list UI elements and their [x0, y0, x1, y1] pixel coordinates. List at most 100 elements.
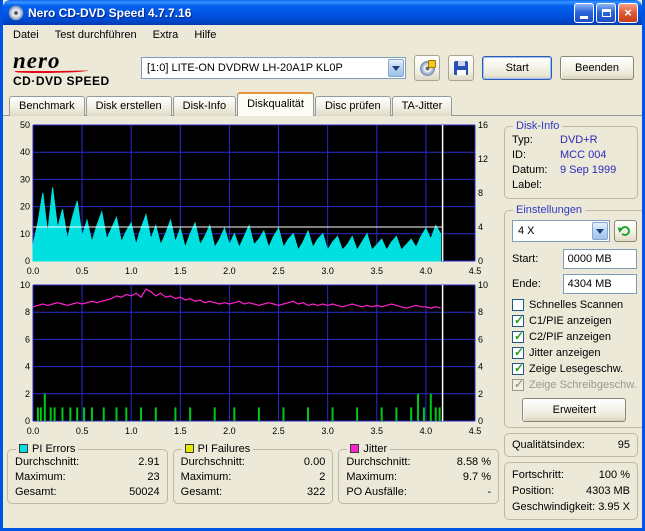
- charts-column: 0.0 0.5 1.0 1.5 2.0 2.5 3.0 3.5 4.0 4.5 0 10 20 30 40 5…: [7, 120, 500, 524]
- quality-index-box: Qualitätsindex: 95: [504, 433, 638, 457]
- svg-text:3.0: 3.0: [321, 426, 334, 436]
- settings-group: Einstellungen 4 X Start: Ende:: [504, 204, 642, 428]
- settings-title: Einstellungen: [516, 204, 583, 216]
- tab-diskqualitaet[interactable]: Diskqualität: [237, 92, 314, 116]
- svg-text:8: 8: [478, 307, 483, 317]
- tab-benchmark[interactable]: Benchmark: [9, 96, 85, 116]
- speed-select-value: 4 X: [518, 225, 535, 237]
- checkbox-icon: [512, 377, 524, 391]
- checkbox-c1-pie-anzeigen[interactable]: C1/PIE anzeigen: [512, 313, 637, 327]
- checkbox-icon[interactable]: [512, 345, 524, 359]
- progress-box: Fortschritt: 100 % Position: 4303 MB Gesch…: [504, 462, 638, 520]
- menu-test-durchfuehren[interactable]: Test durchführen: [47, 26, 145, 44]
- menu-datei[interactable]: Datei: [5, 26, 47, 44]
- speed-select-dropdown-button[interactable]: [591, 222, 608, 240]
- jitter-stats-box: Jitter Durchschnitt: 8.58 % Maximum: 9.7 %…: [338, 443, 500, 504]
- svg-text:20: 20: [20, 202, 30, 212]
- start-test-button[interactable]: Start: [482, 56, 552, 80]
- disk-info-title: Disk-Info: [516, 120, 560, 132]
- pif-average-value: 0.00: [303, 456, 326, 468]
- chevron-down-icon: [595, 228, 604, 234]
- stats-row: PI Errors Durchschnitt: 2.91 Maximum: 23 G…: [7, 443, 500, 504]
- media-id-value: MCC 004: [560, 149, 607, 161]
- refresh-icon: [620, 226, 631, 236]
- checkbox-icon[interactable]: [512, 329, 524, 343]
- minimize-icon: [580, 15, 588, 19]
- svg-text:4: 4: [25, 362, 30, 372]
- svg-text:2.5: 2.5: [272, 426, 285, 436]
- disk-info-group: Disk-Info Typ: DVD+R ID: MCC 004 Datum: 9 S…: [504, 120, 638, 199]
- floppy-save-icon: [454, 61, 469, 75]
- svg-text:30: 30: [20, 174, 30, 184]
- tab-disc-pruefen[interactable]: Disc prüfen: [314, 96, 391, 116]
- close-button[interactable]: ×: [618, 2, 638, 23]
- svg-text:2.5: 2.5: [272, 266, 285, 276]
- quit-button[interactable]: Beenden: [560, 56, 634, 80]
- pi-errors-legend-swatch: [19, 444, 28, 453]
- po-failures-value: -: [487, 486, 492, 498]
- menu-extra[interactable]: Extra: [145, 26, 187, 44]
- svg-text:2.0: 2.0: [223, 426, 236, 436]
- menu-hilfe[interactable]: Hilfe: [186, 26, 224, 44]
- svg-text:0.0: 0.0: [27, 426, 40, 436]
- drive-select-dropdown-button[interactable]: [388, 59, 405, 77]
- app-window: Nero CD-DVD Speed 4.7.7.16 × Datei Test …: [0, 0, 645, 531]
- pie-maximum-value: 23: [147, 471, 160, 483]
- checkbox-icon[interactable]: [512, 299, 524, 311]
- advanced-button[interactable]: Erweitert: [522, 398, 627, 422]
- tab-ta-jitter[interactable]: TA-Jitter: [391, 96, 453, 116]
- close-icon: ×: [624, 5, 632, 20]
- svg-text:1.5: 1.5: [174, 426, 187, 436]
- svg-text:4.0: 4.0: [420, 426, 433, 436]
- pi-errors-stats-title: PI Errors: [32, 443, 76, 455]
- checkbox-icon[interactable]: [512, 313, 524, 327]
- checkbox-c2-pif-anzeigen[interactable]: C2/PIF anzeigen: [512, 329, 637, 343]
- checkbox-schnelles-scannen[interactable]: Schnelles Scannen: [512, 299, 637, 311]
- svg-text:10: 10: [478, 280, 488, 290]
- pie-total-value: 50024: [129, 486, 160, 498]
- pif-total-value: 322: [306, 486, 326, 498]
- start-position-input[interactable]: [562, 249, 637, 269]
- svg-text:0.0: 0.0: [27, 266, 40, 276]
- disc-options-button[interactable]: [414, 55, 441, 81]
- progress-percent-value: 100 %: [598, 469, 630, 481]
- svg-text:6: 6: [25, 334, 30, 344]
- window-title: Nero CD-DVD Speed 4.7.7.16: [28, 5, 192, 20]
- drive-select-value: [1:0] LITE-ON DVDRW LH-20A1P KL0P: [147, 62, 343, 74]
- pif-jitter-chart: 0.0 0.5 1.0 1.5 2.0 2.5 3.0 3.5 4.0 4.50246810024…: [20, 280, 488, 436]
- toolbar: nero CD·DVD SPEED [1:0] LITE-ON DVDRW LH…: [3, 45, 642, 91]
- disc-icon: [419, 59, 436, 76]
- jitter-average-value: 8.58 %: [456, 456, 492, 468]
- pi-failures-stats-title: PI Failures: [197, 443, 251, 455]
- svg-text:6: 6: [478, 334, 483, 344]
- side-panel: Disk-Info Typ: DVD+R ID: MCC 004 Datum: 9 S…: [504, 120, 642, 524]
- tab-disk-info[interactable]: Disk-Info: [172, 96, 237, 116]
- maximize-button[interactable]: [596, 2, 616, 23]
- main-content: 0.0 0.5 1.0 1.5 2.0 2.5 3.0 3.5 4.0 4.5 0 10 20 30 40 5…: [3, 116, 642, 528]
- save-button[interactable]: [448, 55, 475, 81]
- disc-date-value: 9 Sep 1999: [560, 164, 617, 176]
- svg-text:0: 0: [478, 256, 483, 266]
- svg-text:0.5: 0.5: [76, 266, 89, 276]
- speed-value: 3.95 X: [598, 501, 630, 513]
- speed-select[interactable]: 4 X: [512, 220, 610, 242]
- nero-logo: nero CD·DVD SPEED: [11, 49, 133, 87]
- svg-text:0.5: 0.5: [76, 426, 89, 436]
- checkbox-zeige-schreibgeschw: Zeige Schreibgeschw.: [512, 377, 637, 391]
- checkbox-icon[interactable]: [512, 361, 524, 375]
- checkbox-zeige-lesegeschw[interactable]: Zeige Lesegeschw.: [512, 361, 637, 375]
- tab-disk-erstellen[interactable]: Disk erstellen: [85, 96, 172, 116]
- svg-text:4.0: 4.0: [420, 266, 433, 276]
- jitter-stats-title: Jitter: [363, 443, 388, 455]
- refresh-button[interactable]: [613, 220, 637, 242]
- checkbox-jitter-anzeigen[interactable]: Jitter anzeigen: [512, 345, 637, 359]
- svg-text:2: 2: [478, 389, 483, 399]
- end-position-input[interactable]: [562, 274, 637, 294]
- svg-text:40: 40: [20, 147, 30, 157]
- minimize-button[interactable]: [574, 2, 594, 23]
- svg-text:3.5: 3.5: [371, 426, 384, 436]
- title-bar: Nero CD-DVD Speed 4.7.7.16 ×: [3, 0, 642, 25]
- svg-text:3.5: 3.5: [371, 266, 384, 276]
- pi-failures-stats-box: PI Failures Durchschnitt: 0.00 Maximum: 2 …: [172, 443, 334, 504]
- drive-select[interactable]: [1:0] LITE-ON DVDRW LH-20A1P KL0P: [141, 57, 407, 79]
